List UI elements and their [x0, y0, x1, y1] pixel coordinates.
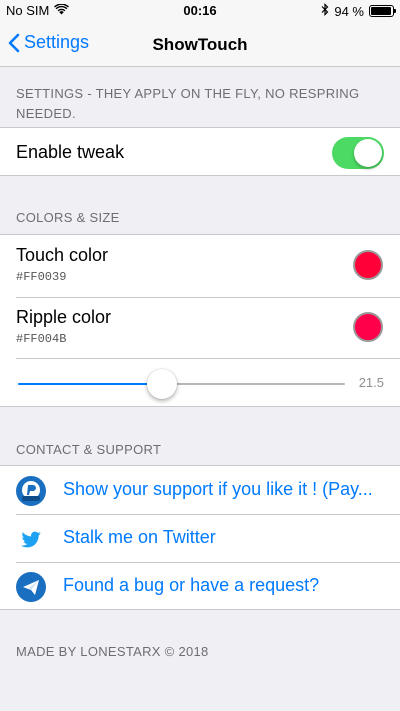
- donate-link-label: Show your support if you like it ! (Pay.…: [63, 479, 373, 499]
- size-slider-value: 21.5: [358, 375, 384, 390]
- colors-group: Touch color #FF0039 Ripple color #FF004B…: [0, 234, 400, 407]
- ripple-color-label: Ripple color: [16, 307, 112, 327]
- touch-color-label: Touch color: [16, 245, 109, 265]
- bug-report-link-label: Found a bug or have a request?: [63, 575, 320, 595]
- twitter-link-label: Stalk me on Twitter: [63, 527, 216, 547]
- status-bar: No SIM 00:16 94 %: [0, 0, 400, 22]
- settings-group: Enable tweak: [0, 127, 400, 176]
- footer-credit: MADE BY LONESTARX © 2018: [16, 644, 209, 659]
- bluetooth-icon: [321, 3, 329, 19]
- status-right: 94 %: [321, 3, 396, 19]
- enable-tweak-toggle[interactable]: [332, 137, 384, 169]
- bug-report-link-row[interactable]: Found a bug or have a request?: [0, 562, 400, 610]
- twitter-icon: [16, 524, 46, 554]
- size-slider-thumb[interactable]: [146, 369, 177, 399]
- paypal-donate-icon: [16, 476, 46, 506]
- size-slider-row: 21.5: [0, 358, 400, 406]
- touch-color-value: #FF0039: [16, 270, 67, 284]
- battery-percent: 94 %: [334, 3, 364, 19]
- ripple-color-swatch[interactable]: [353, 312, 383, 342]
- ripple-color-row[interactable]: Ripple color #FF004B: [0, 297, 400, 358]
- enable-tweak-row: Enable tweak: [0, 128, 400, 176]
- contact-section-header: CONTACT & SUPPORT: [16, 442, 162, 457]
- colors-section-header: COLORS & SIZE: [16, 210, 120, 225]
- touch-color-row[interactable]: Touch color #FF0039: [0, 235, 400, 297]
- ripple-color-value: #FF004B: [16, 332, 67, 346]
- contact-group: Show your support if you like it ! (Pay.…: [0, 465, 400, 610]
- enable-tweak-label: Enable tweak: [16, 142, 125, 162]
- battery-fill: [371, 7, 391, 15]
- navigation-bar: Settings ShowTouch: [0, 22, 400, 67]
- size-slider-fill: [18, 383, 162, 385]
- size-slider-track[interactable]: [18, 369, 345, 399]
- page-title: ShowTouch: [152, 35, 248, 54]
- settings-section-header: SETTINGS - THEY APPLY ON THE FLY, NO RES…: [16, 86, 360, 121]
- toggle-knob: [354, 139, 382, 167]
- mail-icon: [16, 572, 46, 602]
- battery-icon: [369, 5, 396, 17]
- twitter-link-row[interactable]: Stalk me on Twitter: [0, 514, 400, 562]
- touch-color-swatch[interactable]: [353, 250, 383, 280]
- donate-link-row[interactable]: Show your support if you like it ! (Pay.…: [0, 466, 400, 514]
